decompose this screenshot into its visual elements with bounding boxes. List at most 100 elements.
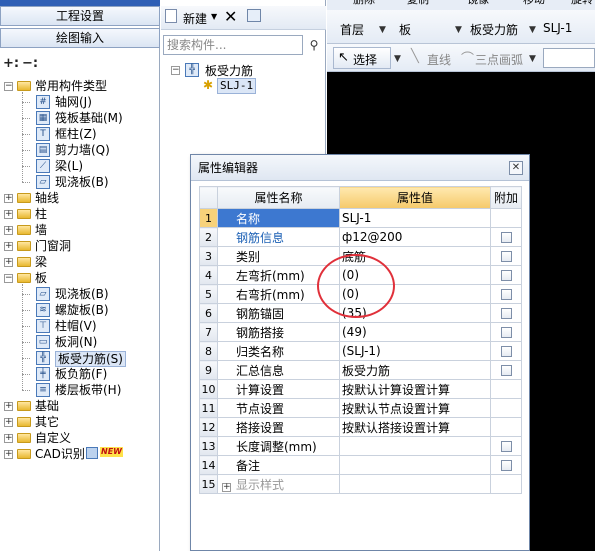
- delete-icon[interactable]: ✕: [224, 7, 237, 26]
- expand-icon[interactable]: +: [4, 226, 13, 235]
- table-row[interactable]: 7 钢筋搭接 (49): [199, 322, 522, 342]
- table-row[interactable]: 15 + 显示样式: [199, 474, 522, 494]
- tree-item[interactable]: ▭ 板洞(N): [0, 334, 160, 350]
- property-value[interactable]: 按默认搭接设置计算: [339, 417, 491, 437]
- chevron-down-icon[interactable]: ▼: [394, 54, 401, 64]
- property-value[interactable]: (49): [339, 322, 491, 342]
- search-input[interactable]: 搜索构件...: [163, 35, 303, 55]
- tree-item[interactable]: + 自定义: [0, 430, 160, 446]
- chevron-down-icon[interactable]: ▼: [211, 12, 217, 21]
- table-row[interactable]: 14 备注: [199, 455, 522, 475]
- table-row[interactable]: 11 节点设置 按默认节点设置计算: [199, 398, 522, 418]
- extra-checkbox[interactable]: [500, 346, 512, 357]
- expand-icon[interactable]: +: [4, 402, 13, 411]
- rotate-tool[interactable]: 旋转: [571, 0, 593, 5]
- mirror-tool[interactable]: 镜像: [467, 0, 489, 5]
- property-value[interactable]: [339, 436, 491, 456]
- property-value[interactable]: ф12@200: [339, 227, 491, 247]
- type-select[interactable]: 板受力筋: [470, 21, 518, 38]
- tree-item[interactable]: ⊤ 柱帽(V): [0, 318, 160, 334]
- expand-icon[interactable]: +: [4, 450, 13, 459]
- collapse-icon[interactable]: −: [171, 66, 180, 75]
- tree-item[interactable]: + 基础: [0, 398, 160, 414]
- extra-cell[interactable]: [490, 265, 522, 285]
- tree-item[interactable]: ╬ 板受力筋(S): [0, 350, 160, 367]
- copy-tool[interactable]: 复制: [407, 0, 429, 5]
- extra-checkbox[interactable]: [500, 460, 512, 471]
- extra-cell[interactable]: [490, 360, 522, 380]
- property-value[interactable]: (SLJ-1): [339, 341, 491, 361]
- close-icon[interactable]: ✕: [509, 161, 523, 175]
- tree-item[interactable]: T 框柱(Z): [0, 126, 160, 142]
- expand-icon[interactable]: +: [4, 210, 13, 219]
- extra-cell[interactable]: [490, 284, 522, 304]
- new-button[interactable]: 新建: [183, 10, 207, 27]
- property-value[interactable]: [339, 474, 491, 494]
- floor-select[interactable]: 首层: [340, 21, 364, 38]
- tree-item[interactable]: + 柱: [0, 206, 160, 222]
- line-tool[interactable]: 直线: [427, 51, 451, 68]
- expand-icon[interactable]: +: [222, 482, 231, 492]
- select-button[interactable]: ↖ 选择: [333, 47, 391, 69]
- extra-cell[interactable]: [490, 455, 522, 475]
- category-select[interactable]: 板: [399, 21, 411, 38]
- tree-item[interactable]: ≋ 螺旋板(B): [0, 302, 160, 318]
- extra-checkbox[interactable]: [500, 232, 512, 243]
- extra-checkbox[interactable]: [500, 441, 512, 452]
- extra-checkbox[interactable]: [500, 270, 512, 281]
- tree-item[interactable]: ≡ 楼层板带(H): [0, 382, 160, 398]
- copy-icon[interactable]: [247, 9, 261, 22]
- property-value[interactable]: 按默认计算设置计算: [339, 379, 491, 399]
- table-row[interactable]: 1 名称 SLJ-1: [199, 208, 522, 228]
- draw-option-select[interactable]: [543, 48, 595, 68]
- tree-item[interactable]: + 墙: [0, 222, 160, 238]
- expand-icon[interactable]: +: [4, 242, 13, 251]
- extra-cell[interactable]: [490, 436, 522, 456]
- property-value[interactable]: 按默认节点设置计算: [339, 398, 491, 418]
- extra-checkbox[interactable]: [500, 327, 512, 338]
- table-row[interactable]: 2 钢筋信息 ф12@200: [199, 227, 522, 247]
- tree-item[interactable]: ▱ 现浇板(B): [0, 174, 160, 190]
- expand-icon[interactable]: +: [4, 258, 13, 267]
- draw-input-button[interactable]: 绘图输入: [0, 28, 160, 48]
- property-value[interactable]: [339, 455, 491, 475]
- tree-item[interactable]: ⟋ 梁(L): [0, 158, 160, 174]
- tree-item[interactable]: ▱ 现浇板(B): [0, 286, 160, 302]
- chevron-down-icon[interactable]: ▼: [529, 25, 536, 35]
- extra-checkbox[interactable]: [500, 308, 512, 319]
- tree-item[interactable]: + 轴线: [0, 190, 160, 206]
- table-row[interactable]: 13 长度调整(mm): [199, 436, 522, 456]
- component-select[interactable]: SLJ-1: [543, 21, 572, 35]
- tree-item[interactable]: + 门窗洞: [0, 238, 160, 254]
- project-settings-button[interactable]: 工程设置: [0, 6, 160, 26]
- chevron-down-icon[interactable]: ▼: [529, 54, 536, 64]
- chevron-down-icon[interactable]: ▼: [379, 25, 386, 35]
- delete-tool[interactable]: 删除: [353, 0, 375, 5]
- expand-icon[interactable]: +: [4, 194, 13, 203]
- chevron-down-icon[interactable]: ▼: [455, 25, 462, 35]
- extra-checkbox[interactable]: [500, 365, 512, 376]
- expand-icon[interactable]: +: [4, 418, 13, 427]
- tree-item[interactable]: ╪ 板负筋(F): [0, 366, 160, 382]
- tree-item[interactable]: − 板: [0, 270, 160, 286]
- tree-item[interactable]: − 常用构件类型: [0, 78, 160, 94]
- table-row[interactable]: 9 汇总信息 板受力筋: [199, 360, 522, 380]
- property-value[interactable]: SLJ-1: [339, 208, 491, 228]
- table-row[interactable]: 12 搭接设置 按默认搭接设置计算: [199, 417, 522, 437]
- tree-item[interactable]: + CAD识别 NEW: [0, 446, 160, 462]
- tree-item[interactable]: + 梁: [0, 254, 160, 270]
- expand-all-icon[interactable]: +:: [3, 56, 19, 71]
- extra-cell[interactable]: [490, 246, 522, 266]
- extra-cell[interactable]: [490, 322, 522, 342]
- tree-item[interactable]: # 轴网(J): [0, 94, 160, 110]
- property-value[interactable]: 板受力筋: [339, 360, 491, 380]
- tree-item[interactable]: ▦ 筏板基础(M): [0, 110, 160, 126]
- extra-cell[interactable]: [490, 341, 522, 361]
- tree-item[interactable]: ▤ 剪力墙(Q): [0, 142, 160, 158]
- arc-tool[interactable]: 三点画弧: [475, 51, 523, 68]
- move-tool[interactable]: 移动: [523, 0, 545, 5]
- search-icon[interactable]: ⚲: [305, 35, 323, 55]
- table-row[interactable]: 8 归类名称 (SLJ-1): [199, 341, 522, 361]
- collapse-icon[interactable]: −: [4, 274, 13, 283]
- extra-checkbox[interactable]: [500, 289, 512, 300]
